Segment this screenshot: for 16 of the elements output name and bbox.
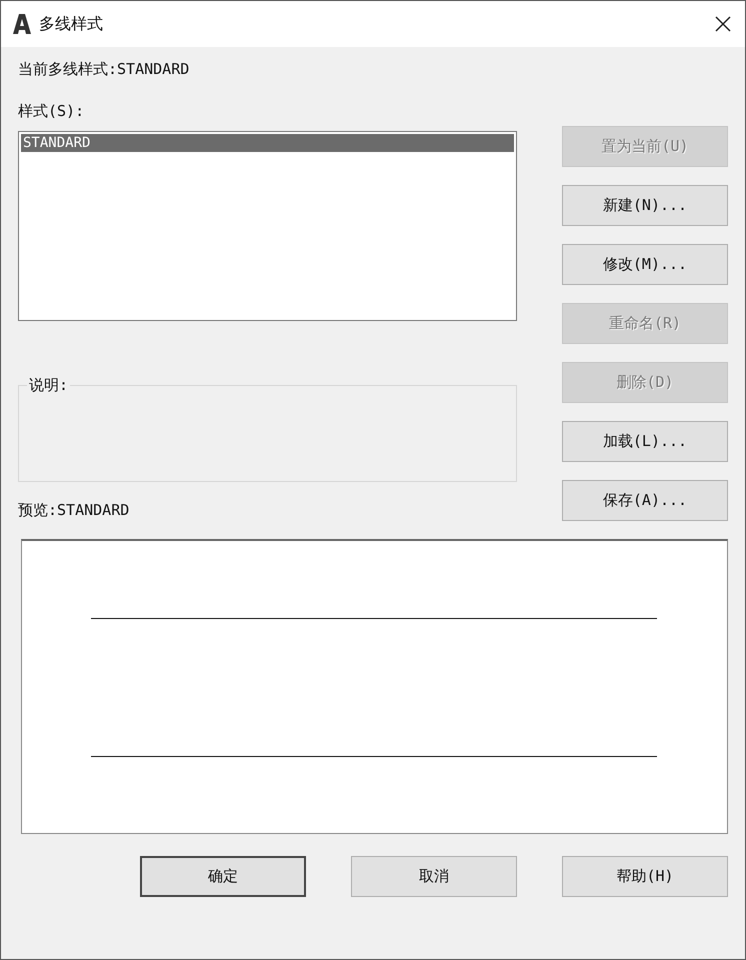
- preview-label: 预览:STANDARD: [18, 500, 130, 520]
- app-logo-icon: [13, 14, 31, 34]
- styles-list[interactable]: STANDARD: [18, 131, 517, 321]
- dialog-button[interactable]: 帮助(H): [562, 856, 728, 897]
- dialog-button[interactable]: 确定: [140, 856, 306, 897]
- side-button[interactable]: 新建(N)...: [562, 185, 728, 226]
- current-style-label: 当前多线样式:STANDARD: [18, 59, 190, 79]
- style-item[interactable]: STANDARD: [21, 134, 514, 152]
- dialog-button[interactable]: 取消: [351, 856, 517, 897]
- side-button[interactable]: 修改(M)...: [562, 244, 728, 285]
- close-icon[interactable]: [715, 16, 731, 32]
- window-title: 多线样式: [39, 14, 104, 34]
- styles-label: 样式(S):: [18, 101, 86, 121]
- description-legend: 说明:: [27, 376, 70, 395]
- side-button[interactable]: 加载(L)...: [562, 421, 728, 462]
- side-button[interactable]: 保存(A)...: [562, 480, 728, 521]
